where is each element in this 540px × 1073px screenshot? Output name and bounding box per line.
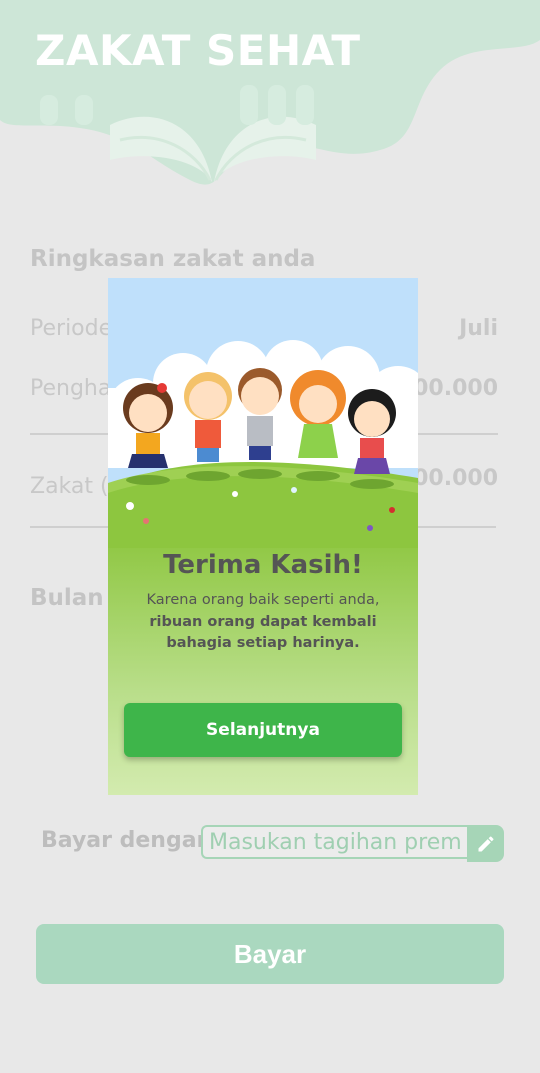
modal-title: Terima Kasih!	[163, 550, 363, 580]
modal-message-line1: Karena orang baik seperti anda,	[146, 592, 380, 608]
happy-children-illustration	[108, 278, 418, 548]
modal-message-line2: ribuan orang dapat kembali bahagia setia…	[149, 614, 377, 651]
next-button[interactable]: Selanjutnya	[124, 703, 402, 757]
thank-you-modal: Terima Kasih! Karena orang baik seperti …	[108, 278, 418, 795]
